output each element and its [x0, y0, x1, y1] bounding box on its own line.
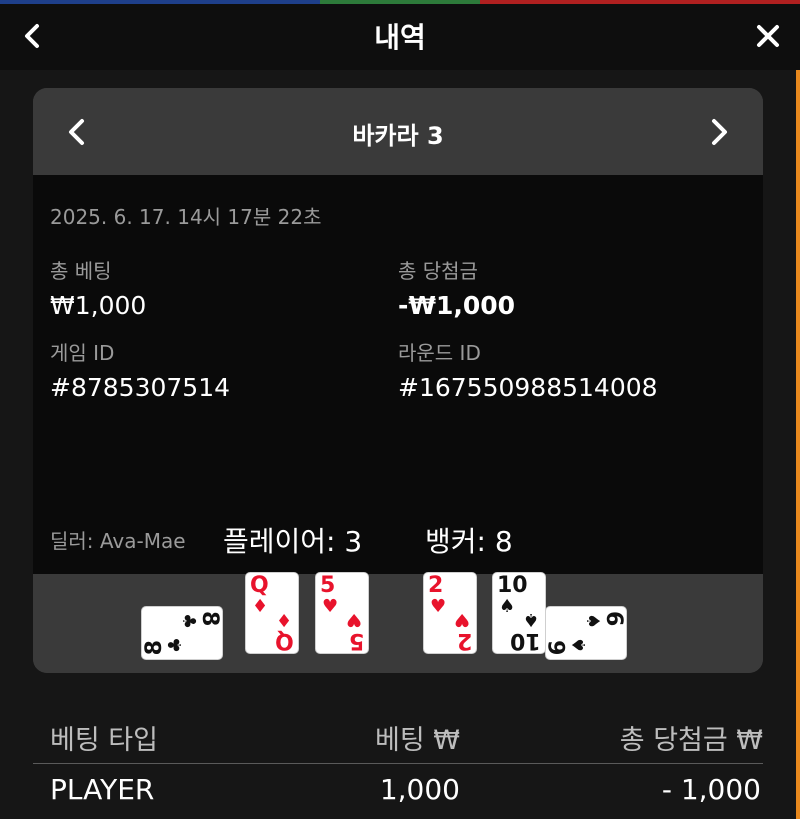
- chevron-right-icon: [712, 119, 727, 145]
- close-button[interactable]: [750, 18, 786, 54]
- game-name: 바카라 3: [352, 122, 444, 150]
- banker-score: 뱅커: 8: [425, 525, 513, 558]
- round-detail-card: 바카라 3 2025. 6. 17. 14시 17분 22초 총 베팅 ₩1,0…: [33, 88, 763, 673]
- dealer-name: 딜러: Ava-Mae: [50, 529, 186, 553]
- card-suit-icon: ♠: [499, 596, 516, 617]
- next-round-button[interactable]: [699, 112, 739, 152]
- game-nav: 바카라 3: [33, 88, 763, 175]
- player-score: 플레이어: 3: [223, 525, 363, 558]
- card-suit-icon: ♥: [453, 609, 470, 630]
- banker-card: 10 ♠ 10 ♠: [492, 572, 546, 654]
- banker-card: 6 ♠ 6 ♠: [545, 606, 627, 660]
- total-bet-label: 총 베팅: [50, 259, 112, 283]
- row-bet-type: PLAYER: [50, 773, 155, 806]
- bets-table-header: 베팅 타입 베팅 ₩ 총 당첨금 ₩: [33, 712, 763, 764]
- round-id-value: #167550988514008: [398, 373, 658, 402]
- row-bet-amount: 1,000: [379, 773, 460, 806]
- card-rank: 2: [456, 628, 472, 653]
- game-id-value: #8785307514: [50, 373, 231, 402]
- card-suit-icon: ♥: [322, 596, 339, 617]
- card-rank: 10: [510, 628, 541, 653]
- scroll-indicator[interactable]: [796, 70, 800, 819]
- total-win-value: -₩1,000: [398, 291, 516, 320]
- round-date: 2025. 6. 17. 14시 17분 22초: [50, 205, 322, 229]
- card-suit-icon: ♣: [165, 636, 186, 653]
- round-info: 2025. 6. 17. 14시 17분 22초 총 베팅 ₩1,000 총 당…: [33, 175, 763, 574]
- close-icon: [757, 25, 779, 47]
- card-suit-icon: ♥: [345, 609, 362, 630]
- game-id-label: 게임 ID: [50, 341, 115, 365]
- total-bet-value: ₩1,000: [50, 291, 147, 320]
- card-suit-icon: ♥: [430, 596, 447, 617]
- row-total-win: - 1,000: [661, 773, 761, 806]
- player-card: 8 ♣ 8 ♣: [141, 606, 223, 660]
- card-suit-icon: ♦: [275, 609, 292, 630]
- player-card: 5 ♥ 5 ♥: [315, 572, 369, 654]
- card-suit-icon: ♠: [582, 613, 603, 630]
- col-total-win: 총 당첨금 ₩: [619, 725, 763, 756]
- col-bet-type: 베팅 타입: [50, 725, 158, 756]
- card-suit-icon: ♣: [178, 613, 199, 630]
- card-rank: 5: [348, 628, 364, 653]
- player-card: Q ♦ Q ♦: [245, 572, 299, 654]
- card-rank: 8: [197, 611, 222, 627]
- banker-card: 2 ♥ 2 ♥: [423, 572, 477, 654]
- card-suit-icon: ♠: [569, 636, 590, 653]
- card-rank: Q: [275, 628, 294, 653]
- card-suit-icon: ♦: [252, 596, 269, 617]
- card-suit-icon: ♠: [522, 609, 539, 630]
- page-title: 내역: [374, 21, 426, 54]
- total-win-label: 총 당첨금: [398, 259, 478, 283]
- round-id-label: 라운드 ID: [398, 341, 481, 365]
- header-bar: 내역: [0, 4, 800, 70]
- card-rank: 6: [601, 611, 626, 627]
- col-bet-amount: 베팅 ₩: [375, 725, 460, 756]
